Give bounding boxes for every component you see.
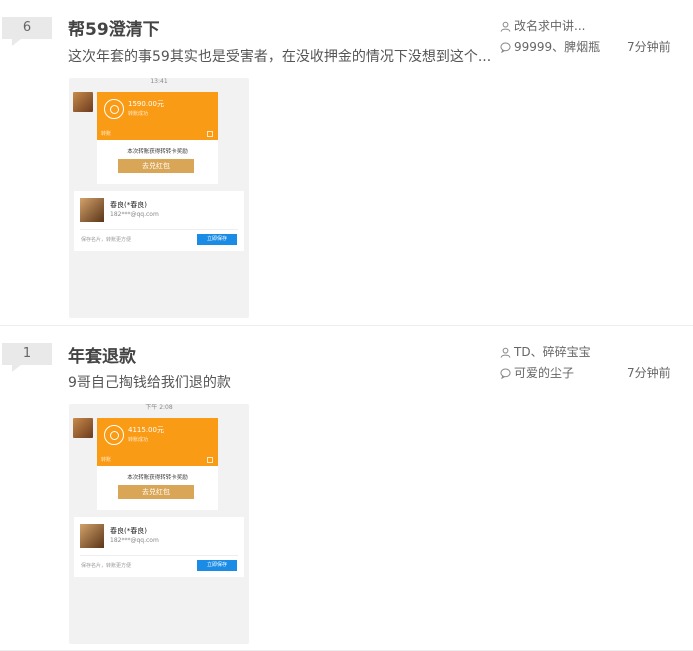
transfer-kind: 转账 [101,457,112,463]
thread-excerpt: 9哥自己掏钱给我们退的款 [68,375,231,391]
divider [80,555,238,556]
save-hint: 保存名片，转账更方便 [81,563,132,569]
transfer-status: 转账成功 [128,437,149,443]
thumb-status-time: 下午 2:08 [145,404,173,411]
contact-name: 春良(*春良) [110,527,147,535]
sender-avatar [73,418,93,438]
transfer-coin-icon [104,425,124,445]
author-link[interactable]: 改名求中讲... [514,19,585,33]
transfer-amount: 1590.00元 [128,100,164,108]
last-reply-time: 7分钟前 [627,40,671,54]
user-icon [500,21,511,32]
last-reply-time: 7分钟前 [627,366,671,380]
last-reply-user-link[interactable]: 99999、脾烟瓶 [514,40,600,54]
contact-avatar [80,198,104,222]
thread-excerpt: 这次年套的事59其实也是受害者，在没收押金的情况下没想到这个... [68,49,492,65]
reply-count-badge: 1 [2,343,52,372]
comment-icon [500,368,511,380]
thread-title-link[interactable]: 帮59澄清下 [68,15,160,40]
thread-image-thumbnail[interactable]: 13:41 1590.00元 转账成功 转账 本次转账获得转转卡奖励 去兑红包 … [69,78,249,318]
thread-author: TD、碎碎宝宝 [500,343,591,360]
transfer-card: 4115.00元 转账成功 转账 本次转账获得转转卡奖励 去兑红包 [97,418,218,510]
contact-card: 春良(*春良) 182***@qq.com 保存名片，转账更方便 立即保存 [74,517,244,577]
transfer-coin-icon [104,99,124,119]
transfer-promo: 本次转账获得转转卡奖励 [127,475,188,481]
thread-image-thumbnail[interactable]: 下午 2:08 4115.00元 转账成功 转账 本次转账获得转转卡奖励 去兑红… [69,404,249,644]
transfer-status: 转账成功 [128,111,149,117]
redeem-button: 去兑红包 [118,485,194,499]
sender-avatar [73,92,93,112]
thumb-status-time: 13:41 [150,78,168,85]
transfer-kind: 转账 [101,131,112,137]
user-icon [500,347,511,358]
thread-last-reply: 99999、脾烟瓶 [500,38,600,55]
transfer-promo: 本次转账获得转转卡奖励 [127,149,188,155]
contact-card: 春良(*春良) 182***@qq.com 保存名片，转账更方便 立即保存 [74,191,244,251]
thread-author: 改名求中讲... [500,17,585,34]
thread-title-link[interactable]: 年套退款 [68,342,136,367]
contact-email: 182***@qq.com [110,211,159,218]
contact-email: 182***@qq.com [110,537,159,544]
thread-item: 6 帮59澄清下 这次年套的事59其实也是受害者，在没收押金的情况下没想到这个.… [0,0,693,326]
transfer-card-header: 1590.00元 转账成功 转账 [97,92,218,140]
save-hint: 保存名片，转账更方便 [81,237,132,243]
square-icon [207,457,213,463]
contact-name: 春良(*春良) [110,201,147,209]
contact-avatar [80,524,104,548]
thread-last-reply: 可爱的尘子 [500,364,574,381]
save-contact-button: 立即保存 [197,234,237,245]
transfer-card-header: 4115.00元 转账成功 转账 [97,418,218,466]
last-reply-user-link[interactable]: 可爱的尘子 [514,366,574,380]
square-icon [207,131,213,137]
divider [80,229,238,230]
redeem-button: 去兑红包 [118,159,194,173]
author-link[interactable]: TD、碎碎宝宝 [514,345,591,359]
comment-icon [500,42,511,54]
save-contact-button: 立即保存 [197,560,237,571]
thread-item: 1 年套退款 9哥自己掏钱给我们退的款 TD、碎碎宝宝 可爱的尘子 7分钟前 下… [0,326,693,651]
reply-count-badge: 6 [2,17,52,46]
transfer-card: 1590.00元 转账成功 转账 本次转账获得转转卡奖励 去兑红包 [97,92,218,184]
transfer-amount: 4115.00元 [128,426,164,434]
